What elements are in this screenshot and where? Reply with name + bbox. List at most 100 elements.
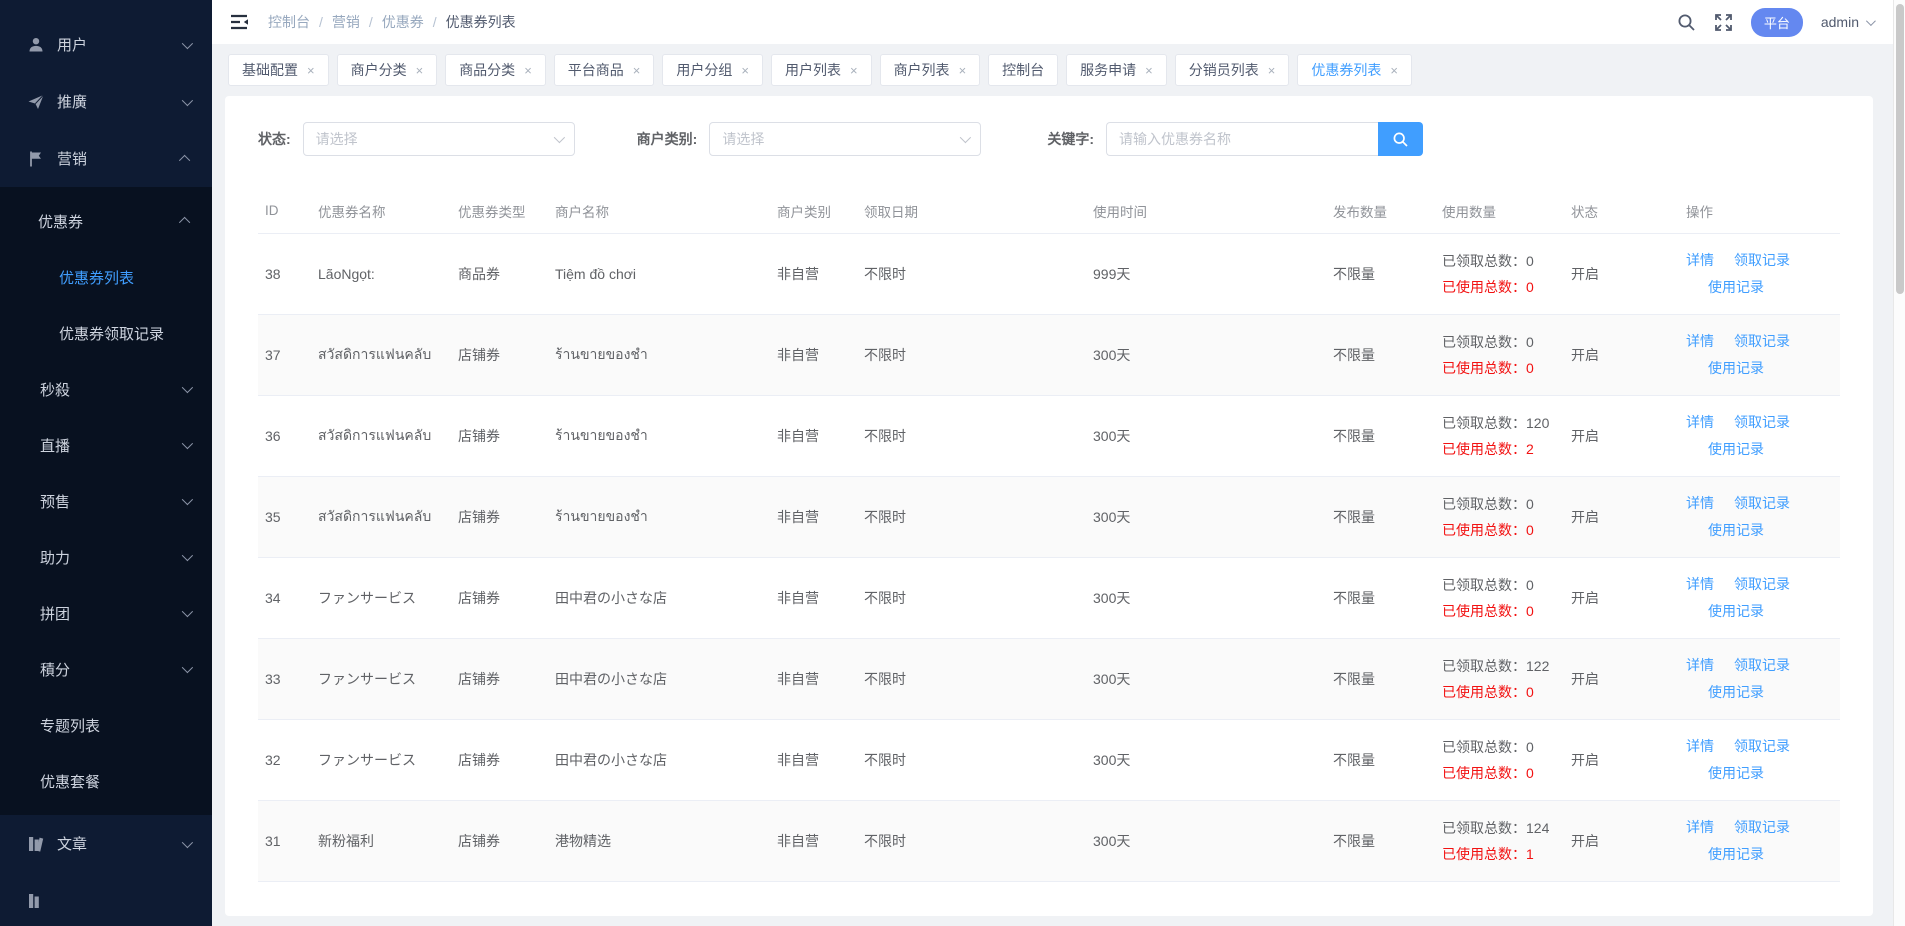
close-icon[interactable]: × (1390, 63, 1398, 78)
sidebar-item-marketing[interactable]: 营销 (0, 130, 212, 187)
sidebar-submenu-item[interactable]: 优惠券列表 (0, 249, 212, 305)
keyword-filter-label: 关键字: (1047, 129, 1094, 149)
sidebar-submenu-item[interactable]: 专题列表 (0, 697, 212, 753)
use-record-link[interactable]: 使用记录 (1708, 360, 1764, 376)
cell-coupon-type: 店铺券 (458, 750, 555, 770)
page-tab[interactable]: 商户列表 × (880, 54, 981, 86)
claim-record-link[interactable]: 领取记录 (1734, 333, 1790, 349)
breadcrumb-item[interactable]: 控制台 (268, 12, 310, 32)
search-icon (1392, 131, 1409, 148)
chevron-icon (179, 217, 190, 228)
detail-link[interactable]: 详情 (1686, 819, 1714, 835)
filter-bar: 状态: 请选择 商户类别: 请选择 关键字: (258, 122, 1840, 156)
menu-fold-icon[interactable] (228, 11, 250, 33)
page-tab[interactable]: 基础配置 × (228, 54, 329, 86)
page-tab[interactable]: 分销员列表 × (1175, 54, 1290, 86)
user-menu[interactable]: admin (1821, 14, 1873, 30)
claim-record-link[interactable]: 领取记录 (1734, 495, 1790, 511)
cell-actions: 详情 领取记录 使用记录 (1686, 247, 1840, 301)
flag-icon (27, 150, 45, 168)
page-tab[interactable]: 平台商品 × (554, 54, 655, 86)
sidebar-item-home[interactable]: 首页 (0, 0, 212, 16)
breadcrumb-item[interactable]: 营销 (332, 12, 360, 32)
sidebar-submenu-item[interactable]: 拼团 (0, 585, 212, 641)
page-tab[interactable]: 商户分类 × (337, 54, 438, 86)
breadcrumb-item[interactable]: 优惠券 (382, 12, 424, 32)
sidebar-item-partial-bottom[interactable] (0, 872, 212, 926)
claim-record-link[interactable]: 领取记录 (1734, 657, 1790, 673)
detail-link[interactable]: 详情 (1686, 657, 1714, 673)
received-value: 122 (1526, 658, 1549, 674)
scrollbar-thumb[interactable] (1896, 4, 1904, 294)
cell-id: 32 (258, 752, 318, 768)
detail-link[interactable]: 详情 (1686, 576, 1714, 592)
close-icon[interactable]: × (850, 63, 858, 78)
detail-link[interactable]: 详情 (1686, 495, 1714, 511)
page-tab[interactable]: 优惠券列表 × (1297, 54, 1412, 86)
sidebar-submenu-item[interactable]: 助力 (0, 529, 212, 585)
cell-claim-date: 不限时 (864, 345, 1093, 365)
page-tab[interactable]: 商品分类 × (445, 54, 546, 86)
close-icon[interactable]: × (1145, 63, 1153, 78)
cell-claim-date: 不限时 (864, 507, 1093, 527)
claim-record-link[interactable]: 领取记录 (1734, 738, 1790, 754)
sidebar-submenu-item[interactable]: 优惠券 (0, 193, 212, 249)
sidebar-item-users[interactable]: 用户 (0, 16, 212, 73)
close-icon[interactable]: × (416, 63, 424, 78)
cell-publish-qty: 不限量 (1333, 345, 1442, 365)
tab-label: 优惠券列表 (1311, 60, 1381, 80)
table-row: 31 新粉福利 店铺券 港物精选 非自营 不限时 300天 不限量 已领取总数：… (258, 801, 1840, 882)
close-icon[interactable]: × (959, 63, 967, 78)
use-record-link[interactable]: 使用记录 (1708, 846, 1764, 862)
table-column-header: 优惠券名称 (318, 201, 458, 221)
detail-link[interactable]: 详情 (1686, 252, 1714, 268)
page-scrollbar[interactable] (1893, 0, 1905, 926)
page-tab[interactable]: 用户列表 × (771, 54, 872, 86)
page-tab[interactable]: 服务申请 × (1066, 54, 1167, 86)
claim-record-link[interactable]: 领取记录 (1734, 252, 1790, 268)
sidebar-submenu-item[interactable]: 优惠券领取记录 (0, 305, 212, 361)
breadcrumb-separator: / (433, 14, 437, 30)
close-icon[interactable]: × (307, 63, 315, 78)
page-tab[interactable]: 控制台 × (988, 54, 1058, 86)
close-icon[interactable]: × (1268, 63, 1276, 78)
use-record-link[interactable]: 使用记录 (1708, 441, 1764, 457)
close-icon[interactable]: × (524, 63, 532, 78)
detail-link[interactable]: 详情 (1686, 738, 1714, 754)
use-record-link[interactable]: 使用记录 (1708, 603, 1764, 619)
cell-status: 开启 (1571, 750, 1686, 770)
status-select[interactable]: 请选择 (303, 122, 575, 156)
cell-status: 开启 (1571, 669, 1686, 689)
sidebar-submenu-label: 助力 (40, 547, 70, 568)
close-icon[interactable]: × (741, 63, 749, 78)
merchant-category-select[interactable]: 请选择 (709, 122, 981, 156)
detail-link[interactable]: 详情 (1686, 414, 1714, 430)
sidebar-submenu-item[interactable]: 積分 (0, 641, 212, 697)
claim-record-link[interactable]: 领取记录 (1734, 414, 1790, 430)
cell-status: 开启 (1571, 426, 1686, 446)
cell-claim-date: 不限时 (864, 831, 1093, 851)
claim-record-link[interactable]: 领取记录 (1734, 576, 1790, 592)
keyword-input[interactable] (1106, 122, 1378, 156)
search-icon[interactable] (1677, 13, 1696, 32)
sidebar-submenu-item[interactable]: 秒殺 (0, 361, 212, 417)
chevron-up-icon (179, 154, 190, 165)
cell-merchant-name: Tiệm đồ chơi (555, 266, 777, 282)
cell-id: 31 (258, 833, 318, 849)
use-record-link[interactable]: 使用记录 (1708, 684, 1764, 700)
use-record-link[interactable]: 使用记录 (1708, 279, 1764, 295)
claim-record-link[interactable]: 领取记录 (1734, 819, 1790, 835)
use-record-link[interactable]: 使用记录 (1708, 765, 1764, 781)
page-tab[interactable]: 用户分组 × (662, 54, 763, 86)
sidebar: 首页 用户 推廣 营销 优惠券 (0, 0, 212, 926)
close-icon[interactable]: × (633, 63, 641, 78)
sidebar-item-articles[interactable]: 文章 (0, 815, 212, 872)
fullscreen-icon[interactable] (1714, 13, 1733, 32)
sidebar-item-promotion[interactable]: 推廣 (0, 73, 212, 130)
sidebar-submenu-item[interactable]: 预售 (0, 473, 212, 529)
sidebar-submenu-item[interactable]: 优惠套餐 (0, 753, 212, 809)
sidebar-submenu-item[interactable]: 直播 (0, 417, 212, 473)
use-record-link[interactable]: 使用记录 (1708, 522, 1764, 538)
search-button[interactable] (1378, 122, 1423, 156)
detail-link[interactable]: 详情 (1686, 333, 1714, 349)
